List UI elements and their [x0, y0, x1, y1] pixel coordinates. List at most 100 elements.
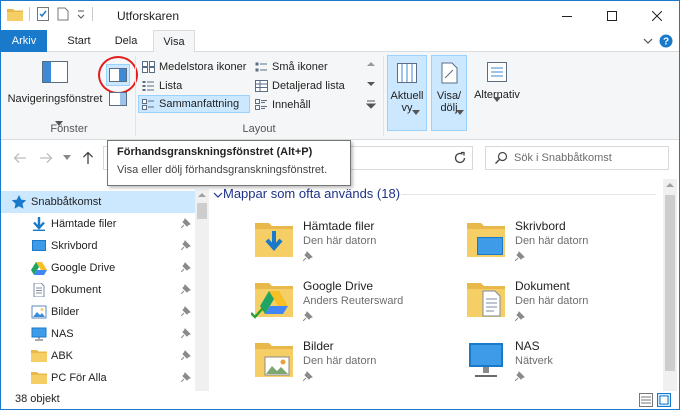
chevron-down-icon[interactable] [213, 191, 223, 199]
current-view-button[interactable]: Aktuell vy [387, 55, 427, 131]
new-folder-icon[interactable] [56, 7, 70, 21]
sidebar-item-label: NAS [51, 328, 74, 340]
sidebar-item-hamtade-filer[interactable]: Hämtade filer [1, 213, 195, 235]
title-bar: Utforskaren [1, 1, 679, 30]
sidebar-scroll-thumb[interactable] [197, 203, 207, 219]
layout-tiles-label: Sammanfattning [159, 98, 240, 110]
layout-medium-icons[interactable]: Medelstora ikoner [139, 58, 251, 76]
details-view-icon[interactable] [639, 393, 653, 407]
sidebar-item-abk[interactable]: ABK [1, 345, 195, 367]
content-scroll-thumb[interactable] [665, 195, 675, 371]
star-icon [11, 195, 27, 209]
pin-icon [181, 262, 191, 272]
tile-location: Nätverk [515, 355, 553, 367]
section-divider [401, 194, 656, 195]
recent-locations-icon[interactable] [63, 155, 71, 161]
folder-tile-google-drive[interactable]: Google Drive Anders Reutersward [251, 277, 461, 333]
search-box[interactable]: Sök i Snabbåtkomst [485, 146, 669, 170]
sidebar-scrollbar[interactable] [195, 189, 209, 391]
options-icon [487, 62, 507, 82]
tile-name: Dokument [515, 279, 570, 293]
quick-access-toolbar [7, 7, 93, 21]
folder-tile-nas[interactable]: NAS Nätverk [463, 337, 673, 393]
search-placeholder: Sök i Snabbåtkomst [514, 152, 612, 164]
back-icon[interactable] [13, 151, 27, 165]
tile-name: Hämtade filer [303, 219, 375, 233]
group-separator [135, 56, 136, 136]
close-button[interactable] [634, 1, 679, 30]
content-area: Mappar som ofta används (18) Hämtade fil… [211, 179, 679, 391]
pin-icon [303, 251, 313, 261]
search-icon [495, 151, 508, 164]
gallery-up-icon [367, 62, 375, 66]
layout-gallery-scroll[interactable] [365, 58, 377, 114]
content-scrollbar[interactable] [663, 179, 677, 391]
pin-icon [303, 371, 313, 381]
show-hide-button[interactable]: Visa/ dölj [431, 55, 467, 131]
large-icons-view-icon[interactable] [657, 393, 671, 407]
sidebar-item-dokument[interactable]: Dokument [1, 279, 195, 301]
svg-text:?: ? [663, 37, 669, 48]
tab-arkiv[interactable]: Arkiv [1, 30, 47, 52]
sidebar-item-label: Dokument [51, 284, 102, 296]
sidebar-item-label: Snabbåtkomst [31, 196, 102, 208]
pin-icon [181, 372, 191, 382]
small-icons-icon [255, 62, 267, 72]
help-icon[interactable]: ? [659, 34, 673, 48]
minimize-button[interactable] [544, 1, 589, 30]
document-icon [33, 283, 45, 297]
options-button[interactable]: Alternativ [471, 55, 523, 131]
pin-icon [181, 284, 191, 294]
tab-visa[interactable]: Visa [153, 30, 195, 53]
tile-location: Den här datorn [303, 235, 377, 247]
pin-icon [181, 350, 191, 360]
minimize-icon [561, 15, 572, 17]
sidebar-item-skrivbord[interactable]: Skrivbord [1, 235, 195, 257]
download-icon [33, 217, 45, 231]
network-drive-icon [31, 327, 47, 341]
sidebar-item-bilder[interactable]: Bilder [1, 301, 195, 323]
navigation-pane-label: Navigeringsfönstret [7, 93, 103, 105]
folder-tile-hamtade-filer[interactable]: Hämtade filer Den här datorn [251, 217, 461, 273]
navigation-pane-button[interactable]: Navigeringsfönstret [7, 58, 103, 112]
details-pane-icon [109, 92, 127, 106]
folder-tile-dokument[interactable]: Dokument Den här datorn [463, 277, 673, 333]
documents-folder-icon [467, 283, 505, 317]
forward-icon[interactable] [39, 151, 53, 165]
group-label-fonster: Fönster [50, 123, 88, 135]
properties-icon[interactable] [36, 7, 50, 21]
google-drive-icon [31, 262, 47, 275]
maximize-button[interactable] [589, 1, 634, 30]
details-pane-button[interactable] [109, 92, 127, 109]
pin-icon [515, 311, 525, 321]
sidebar-item-label: Bilder [51, 306, 80, 318]
layout-content[interactable]: Innehåll [252, 96, 364, 114]
sidebar-item-snabbatkomst[interactable]: Snabbåtkomst [1, 191, 195, 213]
folder-tile-bilder[interactable]: Bilder Den här datorn [251, 337, 461, 393]
sidebar-item-nas[interactable]: NAS [1, 323, 195, 345]
group-label-layout: Layout [242, 123, 276, 135]
up-icon[interactable] [81, 151, 95, 165]
network-monitor-icon [469, 343, 503, 377]
tab-dela[interactable]: Dela [105, 30, 147, 52]
section-header[interactable]: Mappar som ofta används (18) [223, 186, 400, 201]
tooltip-description: Visa eller dölj förhandsgranskningsfönst… [117, 164, 328, 176]
expand-ribbon-icon[interactable] [643, 37, 653, 45]
layout-content-label: Innehåll [272, 99, 311, 111]
layout-small-icons-label: Små ikoner [272, 61, 328, 73]
folder-tile-skrivbord[interactable]: Skrivbord Den här datorn [463, 217, 673, 273]
downloads-folder-icon [255, 223, 293, 257]
refresh-icon[interactable] [453, 151, 467, 165]
ribbon: Navigeringsfönstret Fönster Medelstora i… [1, 52, 679, 140]
tab-start[interactable]: Start [57, 30, 101, 52]
layout-list[interactable]: Lista [139, 77, 251, 95]
layout-details[interactable]: Detaljerad lista [252, 77, 364, 95]
preview-pane-tooltip: Förhandsgranskningsfönstret (Alt+P) Visa… [107, 140, 351, 186]
customize-qat-icon[interactable] [76, 7, 86, 21]
layout-tiles[interactable]: Sammanfattning [138, 95, 250, 113]
layout-small-icons[interactable]: Små ikoner [252, 58, 364, 76]
sidebar-item-pc-for-alla[interactable]: PC För Alla [1, 367, 195, 389]
sidebar-item-google-drive[interactable]: Google Drive [1, 257, 195, 279]
tile-name: Google Drive [303, 279, 374, 293]
window-title: Utforskaren [117, 9, 180, 23]
